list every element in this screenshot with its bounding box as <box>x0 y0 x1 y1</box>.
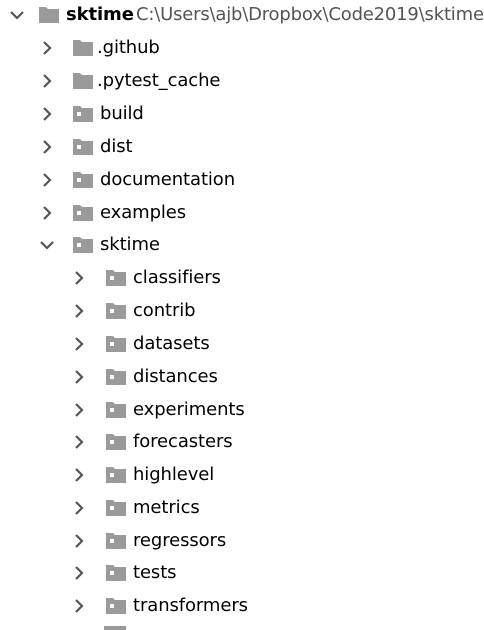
chevron-down-icon[interactable] <box>8 6 26 24</box>
package-folder-icon <box>105 399 127 419</box>
chevron-right-icon[interactable] <box>38 138 56 156</box>
folder-icon <box>72 70 94 90</box>
tree-item-label: .github <box>97 37 160 58</box>
chevron-right-icon[interactable] <box>70 269 88 287</box>
tree-item-label: classifiers <box>133 267 221 288</box>
folder-icon <box>72 37 94 57</box>
tree-row-metrics[interactable]: metrics <box>0 493 484 525</box>
tree-row-datasets[interactable]: datasets <box>0 329 484 361</box>
tree-item-label: highlevel <box>133 464 215 485</box>
package-folder-icon <box>105 562 127 582</box>
package-folder-icon <box>105 300 127 320</box>
package-folder-icon <box>105 595 127 615</box>
project-tree: sktime C:\Users\ajb\Dropbox\Code2019\skt… <box>0 0 484 630</box>
package-folder-icon <box>72 103 94 123</box>
tree-item-label: sktime <box>66 4 134 25</box>
tree-row-dist[interactable]: dist <box>0 132 484 164</box>
tree-item-label: sktime <box>100 234 160 255</box>
tree-item-label: tests <box>133 562 177 583</box>
tree-item-label: .pytest_cache <box>97 70 221 91</box>
chevron-right-icon[interactable] <box>70 335 88 353</box>
package-folder-icon <box>105 497 127 517</box>
tree-item-label: experiments <box>133 399 245 420</box>
chevron-right-icon[interactable] <box>38 72 56 90</box>
tree-item-label: examples <box>100 202 187 223</box>
package-folder-icon <box>72 202 94 222</box>
tree-row-build[interactable]: build <box>0 99 484 131</box>
tree-item-label: datasets <box>133 333 210 354</box>
chevron-right-icon[interactable] <box>38 204 56 222</box>
package-folder-icon <box>105 464 127 484</box>
chevron-right-icon[interactable] <box>70 466 88 484</box>
package-folder-icon <box>72 169 94 189</box>
package-folder-icon <box>105 267 127 287</box>
chevron-right-icon[interactable] <box>70 499 88 517</box>
chevron-right-icon[interactable] <box>70 401 88 419</box>
package-folder-icon <box>105 431 127 451</box>
tree-row-documentation[interactable]: documentation <box>0 165 484 197</box>
chevron-down-icon[interactable] <box>38 236 56 254</box>
tree-item-label: dist <box>100 136 133 157</box>
package-folder-icon <box>72 136 94 156</box>
chevron-right-icon[interactable] <box>38 171 56 189</box>
tree-row-examples[interactable]: examples <box>0 198 484 230</box>
folder-icon <box>38 4 60 24</box>
tree-item-label: contrib <box>133 300 196 321</box>
chevron-right-icon[interactable] <box>70 302 88 320</box>
tree-row-root-sktime[interactable]: sktime C:\Users\ajb\Dropbox\Code2019\skt… <box>0 0 484 32</box>
tree-item-label: documentation <box>100 169 236 190</box>
package-folder-icon <box>105 530 127 550</box>
tree-row-pytest-cache[interactable]: .pytest_cache <box>0 66 484 98</box>
chevron-right-icon[interactable] <box>70 532 88 550</box>
project-path-text: C:\Users\ajb\Dropbox\Code2019\sktime <box>136 4 484 25</box>
chevron-right-icon[interactable] <box>70 368 88 386</box>
tree-item-label: distances <box>133 366 218 387</box>
tree-row-highlevel[interactable]: highlevel <box>0 460 484 492</box>
tree-item-label: transformers <box>133 595 248 616</box>
tree-row-distances[interactable]: distances <box>0 362 484 394</box>
folder-icon <box>104 626 126 630</box>
chevron-right-icon[interactable] <box>70 433 88 451</box>
tree-row-regressors[interactable]: regressors <box>0 526 484 558</box>
tree-row-contrib[interactable]: contrib <box>0 296 484 328</box>
chevron-right-icon[interactable] <box>70 564 88 582</box>
tree-item-label: regressors <box>133 530 227 551</box>
chevron-right-icon[interactable] <box>38 39 56 57</box>
tree-row-github[interactable]: .github <box>0 33 484 65</box>
package-folder-icon <box>105 333 127 353</box>
tree-row-forecasters[interactable]: forecasters <box>0 427 484 459</box>
tree-row-experiments[interactable]: experiments <box>0 395 484 427</box>
package-folder-icon <box>105 366 127 386</box>
tree-item-label: metrics <box>133 497 200 518</box>
tree-row-transformers[interactable]: transformers <box>0 591 484 623</box>
package-folder-icon <box>72 234 94 254</box>
tree-item-label: build <box>100 103 144 124</box>
tree-row-classifiers[interactable]: classifiers <box>0 263 484 295</box>
tree-item-label: forecasters <box>133 431 233 452</box>
chevron-right-icon[interactable] <box>70 597 88 615</box>
tree-row-sktime-package[interactable]: sktime <box>0 230 484 262</box>
tree-row-tests[interactable]: tests <box>0 558 484 590</box>
chevron-right-icon[interactable] <box>38 105 56 123</box>
